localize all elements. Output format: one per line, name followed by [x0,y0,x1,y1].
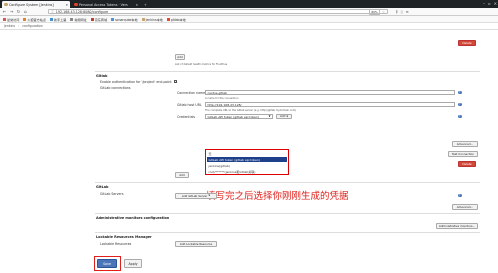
info-icon[interactable]: ⓘ [51,9,54,14]
connection-name-help: A name for the connection [205,97,239,100]
toolbar-icons: ⫼ ▯ ≡ [396,10,409,14]
gitlab-servers-section-title: GitLab [96,185,109,189]
gitlab-servers-advanced-button[interactable]: Advanced... [452,204,478,210]
browser-navbar: ← → ↻ ⌂ ⓘ 192.168.43.128:8080/configure … [0,8,498,16]
url-text: 192.168.43.128:8080/configure [55,9,109,14]
breadcrumb-jenkins[interactable]: Jenkins [4,24,15,28]
breadcrumb-configuration[interactable]: configuration [22,24,43,28]
connection-name-label: Connection name [177,91,206,95]
save-button[interactable]: Save [97,259,117,268]
forward-icon[interactable]: → [9,9,14,14]
enable-auth-checkbox[interactable]: ✔ [174,79,178,83]
chevron-down-icon: ▼ [286,114,289,118]
gitlab-add-connection-button[interactable]: Add [175,172,189,178]
red-annotation-text: 填写完之后选择你刚刚生成的凭据 [206,191,349,202]
connection-name-field[interactable]: centos-gitlab [205,90,455,95]
enable-auth-label: Enable authentication for '/project' end… [100,80,172,84]
dropdown-option[interactable]: jenkins(gitlab) [207,163,287,168]
window-controls: – ▫ ✕ [483,1,497,6]
gitlab-connections-label: GitLab connections [100,86,131,90]
bookmark-item[interactable]: sonarqube本地 [111,17,138,22]
help-icon[interactable]: ? [458,90,462,94]
gitlab-section-title: Gitlab [96,74,108,78]
bookmark-item[interactable]: 最常访问 [3,17,19,22]
jd-icon [90,17,94,21]
chevron-down-icon: ▼ [268,115,271,118]
bookmark-item[interactable]: gitlab本地 [166,17,186,22]
tab-configure-system[interactable]: Configure System [Jenkins] ✕ [2,1,70,8]
close-window-icon[interactable]: ✕ [494,1,497,6]
divider [95,71,480,72]
browser-titlebar: Configure System [Jenkins] ✕ Personal Ac… [0,0,498,8]
bookmark-item[interactable]: 新手上路 [49,17,66,22]
gitlab-favicon-icon [74,2,78,7]
close-tab-icon[interactable]: ✕ [133,3,138,7]
bookmark-icon [141,17,145,21]
credentials-add-button[interactable]: Add ▼ [276,113,292,119]
divider [95,232,480,233]
credentials-select[interactable]: GitLab API token (gitlab api token) ▼ [205,114,273,119]
new-tab-button[interactable]: + [142,1,148,8]
top-delete-button[interactable]: Delete [458,40,476,46]
test-connection-button[interactable]: Test Connection [448,151,478,157]
bookmark-icon [49,17,53,21]
gitlab-delete-button[interactable]: Delete [458,161,476,167]
gitlab-advanced-button[interactable]: Advanced... [452,141,478,147]
help-icon[interactable]: ? [458,114,462,118]
tab-label: Configure System [Jenkins] [9,2,54,7]
library-icon[interactable]: ⫼ [396,10,398,14]
admin-monitors-section-title: Administrative monitors configuration [96,216,170,220]
reload-icon[interactable]: ↻ [16,9,21,14]
chevron-down-icon: ▼ [208,194,211,198]
minimize-icon[interactable]: – [483,1,485,6]
menu-icon[interactable]: ≡ [406,10,409,14]
host-url-help: The complete URL to the Gitlab server (e… [205,109,297,112]
host-url-label: Gitlab host URL [177,103,202,107]
credentials-dropdown: 无 GitLab API token (gitlab api token) je… [205,149,289,175]
sidebar-icon[interactable]: ▯ [401,10,403,14]
bookmark-item[interactable]: jenkins本地 [141,17,163,22]
add-health-metric-button[interactable]: Add [175,54,185,60]
dropdown-option-selected[interactable]: GitLab API token (gitlab api token) [207,157,287,162]
add-lockable-resource-button[interactable]: Add Lockable Resource [175,241,217,247]
firefox-icon [23,17,27,21]
divider [95,213,480,214]
health-metrics-help: List of default health metrics for Fluid… [175,63,228,66]
apply-button[interactable]: Apply [124,259,142,268]
dropdown-option[interactable]: root/******(jenkins和Gitlab关联) [207,169,287,174]
bookmark-icon [166,17,170,21]
help-icon[interactable]: ? [458,102,462,106]
bookmark-icon [70,17,74,21]
breadcrumb-separator-icon: › [18,24,20,28]
tab-label: Personal Access Tokens · Vers [79,2,128,7]
home-icon[interactable]: ⌂ [23,9,28,14]
bookmark-item[interactable]: 京东商城 [90,17,107,22]
divider [95,182,480,183]
bookmark-star-icon[interactable]: ☆ [382,10,385,14]
zoom-level[interactable]: 80% [368,8,381,15]
bookmark-item[interactable]: 火狐官方站点 [23,17,46,22]
add-gitlab-server-button[interactable]: Add GitLab Server ▼ [175,193,217,199]
configure-form: Delete Add List of default health metric… [0,30,498,273]
dropdown-option[interactable]: 无 [207,151,287,156]
gitlab-servers-label: GitLab Servers [100,192,124,196]
tab-personal-access-tokens[interactable]: Personal Access Tokens · Vers ✕ [72,1,140,8]
lockable-section-title: Lockable Resources Manager [96,235,152,239]
bookmark-icon [3,17,6,21]
host-url-field[interactable]: http://192.168.43.128/ [205,102,455,107]
back-icon[interactable]: ← [2,9,7,14]
lockable-resources-label: Lockable Resources [100,242,132,246]
bookmark-item[interactable]: 常用网址 [70,17,87,22]
help-icon[interactable]: ? [458,193,462,197]
url-bar[interactable]: ⓘ 192.168.43.128:8080/configure 80% ☆ [48,8,388,15]
admin-monitors-button[interactable]: Administrative monitors... [436,223,478,229]
credentials-label: Credentials [177,115,196,119]
bookmark-icon [111,17,115,21]
breadcrumb: Jenkins › configuration [0,23,498,30]
close-tab-icon[interactable]: ✕ [63,3,68,7]
credentials-selected-value: GitLab API token (gitlab api token) [207,114,259,119]
maximize-icon[interactable]: ▫ [488,1,491,6]
jenkins-favicon-icon [4,2,8,7]
bookmarks-bar: 最常访问 火狐官方站点 新手上路 常用网址 京东商城 sonarqube本地 j… [0,16,498,23]
